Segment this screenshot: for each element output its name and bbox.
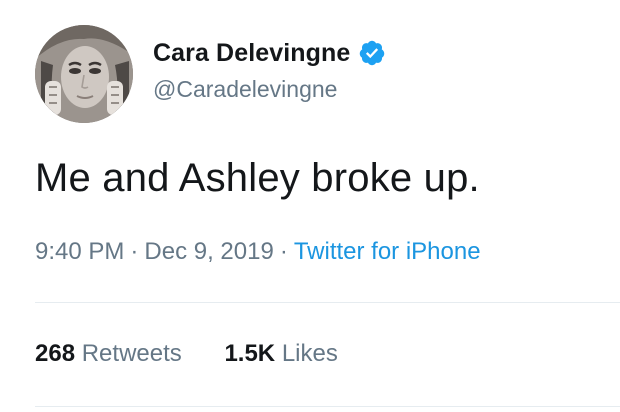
likes-label: Likes [281, 340, 338, 367]
engagement-stats: 268 Retweets 1.5K Likes [35, 340, 338, 368]
user-handle[interactable]: @Caradelevingne [153, 76, 386, 103]
avatar[interactable] [35, 25, 133, 123]
tweet-text: Me and Ashley broke up. [35, 156, 480, 200]
tweet-date[interactable]: Dec 9, 2019 [144, 238, 273, 265]
divider [35, 302, 620, 303]
name-row: Cara Delevingne [153, 36, 386, 70]
tweet-card: Cara Delevingne @Caradelevingne Me and A… [0, 0, 620, 412]
likes-stat[interactable]: 1.5K Likes [224, 340, 337, 368]
retweets-label: Retweets [81, 340, 182, 367]
tweet-metadata: 9:40 PM · Dec 9, 2019 · Twitter for iPhone [35, 238, 481, 266]
verified-badge-icon [358, 39, 386, 67]
retweets-stat[interactable]: 268 Retweets [35, 340, 182, 368]
tweet-time[interactable]: 9:40 PM [35, 238, 124, 265]
meta-separator: · [130, 238, 139, 265]
display-name[interactable]: Cara Delevingne [153, 39, 350, 68]
author-header: Cara Delevingne @Caradelevingne [153, 36, 386, 103]
retweets-count: 268 [35, 340, 76, 367]
meta-separator: · [279, 238, 288, 265]
tweet-source-link[interactable]: Twitter for iPhone [294, 238, 481, 265]
likes-count: 1.5K [224, 340, 276, 367]
profile-photo-icon [35, 25, 133, 123]
divider [35, 406, 620, 407]
